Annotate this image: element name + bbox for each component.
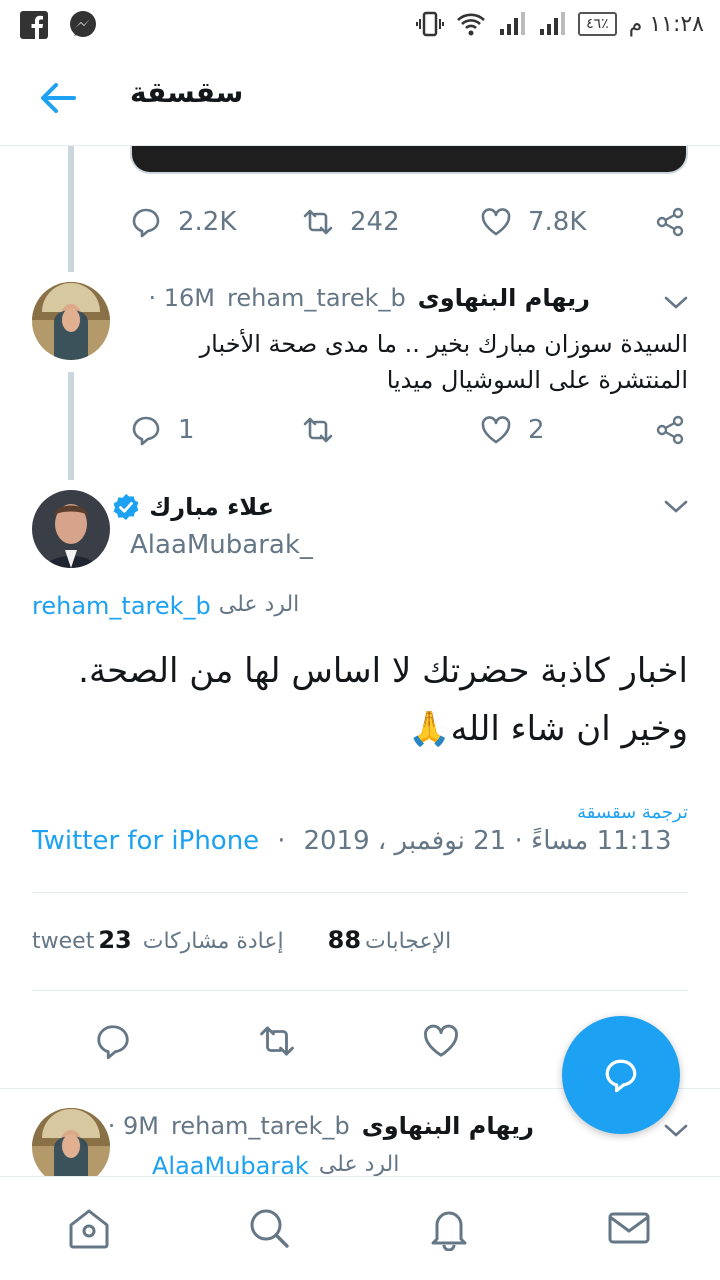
divider xyxy=(32,990,688,991)
notifications-bell-icon[interactable] xyxy=(426,1205,472,1251)
signal-icon xyxy=(500,12,526,35)
heart-icon xyxy=(481,208,511,236)
messenger-icon xyxy=(70,11,96,37)
reply-count: 1 xyxy=(178,415,195,445)
tweet-meta: Twitter for iPhone · 11:13 مساءً · 21 نو… xyxy=(32,826,688,856)
share-action[interactable] xyxy=(654,414,686,446)
app-header: سقسقة xyxy=(0,50,720,146)
tweet-time: · 9M xyxy=(107,1112,159,1140)
next-tweet-header: ريهام البنهاوى reham_tarek_b · 9M xyxy=(108,1112,534,1140)
facebook-icon xyxy=(20,11,48,39)
reply-icon xyxy=(132,208,160,238)
author-name[interactable]: علاء مبارك xyxy=(149,493,274,521)
tweet-time: · 16M xyxy=(148,284,215,312)
translate-link[interactable]: ترجمة سقسقة xyxy=(577,802,688,823)
clock: ١١:٢٨ م xyxy=(628,11,704,37)
likes-label: الإعجابات xyxy=(365,929,452,954)
like-count: 7.8K xyxy=(528,207,587,237)
main-tweet-text: اخبار كاذبة حضرتك لا اساس لها من الصحة. … xyxy=(78,651,688,749)
compose-reply-button[interactable] xyxy=(562,1016,680,1134)
replying-label: الرد على xyxy=(218,592,300,617)
retweet-icon xyxy=(303,417,333,443)
main-tweet-author: علاء مبارك xyxy=(111,492,274,522)
tweet-timestamp: 11:13 مساءً · 21 نوفمبر ، 2019 xyxy=(303,826,672,856)
page-title: سقسقة xyxy=(130,76,244,109)
divider xyxy=(32,892,688,893)
share-icon xyxy=(656,207,684,237)
retweet-count: 242 xyxy=(350,207,400,237)
retweet-action[interactable] xyxy=(302,414,334,446)
replying-to: الرد على reham_tarek_b xyxy=(32,592,299,620)
retweets-label: إعادة مشاركات tweet xyxy=(32,929,284,954)
thread-line xyxy=(68,372,74,480)
search-icon[interactable] xyxy=(246,1205,292,1251)
chevron-down-icon[interactable] xyxy=(662,496,690,516)
tweet-source[interactable]: Twitter for iPhone xyxy=(32,826,259,856)
like-count: 2 xyxy=(528,415,545,445)
author-handle[interactable]: AlaaMubarak_ xyxy=(130,530,313,560)
tweet-media[interactable] xyxy=(130,146,688,174)
vibrate-icon xyxy=(416,11,445,37)
like-action[interactable]: 2 xyxy=(480,414,545,446)
tweet-stats: إعادة مشاركات tweet23 الإعجابات88 xyxy=(32,926,451,954)
avatar[interactable] xyxy=(32,282,110,360)
replying-label: الرد على xyxy=(318,1152,400,1176)
battery-indicator: ٤٦٪ xyxy=(578,12,617,36)
retweet-action[interactable]: 242 xyxy=(302,206,400,238)
signal-icon-2 xyxy=(540,12,566,35)
like-action[interactable]: 7.8K xyxy=(480,206,586,238)
reply-count: 2.2K xyxy=(178,207,237,237)
share-icon xyxy=(656,415,684,445)
verified-badge-icon xyxy=(113,494,139,520)
bottom-nav xyxy=(0,1176,720,1280)
reply-tweet-header: ريهام البنهاوى reham_tarek_b · 16M xyxy=(148,284,590,312)
heart-icon[interactable] xyxy=(422,1022,460,1060)
chevron-down-icon[interactable] xyxy=(662,292,690,312)
wifi-icon xyxy=(457,13,485,36)
thread-line xyxy=(68,146,74,272)
replying-to-link[interactable]: reham_tarek_b xyxy=(32,592,211,620)
replying-to-link[interactable]: AlaaMubarak_ xyxy=(140,1152,309,1176)
retweets-stat[interactable]: إعادة مشاركات tweet23 xyxy=(32,926,284,954)
author-name[interactable]: ريهام البنهاوى xyxy=(362,1112,534,1140)
status-bar: ٤٦٪ ١١:٢٨ م xyxy=(0,0,720,50)
home-icon[interactable] xyxy=(66,1205,112,1251)
author-name[interactable]: ريهام البنهاوى xyxy=(418,284,590,312)
tweet-text: السيدة سوزان مبارك بخير .. ما مدى صحة ال… xyxy=(199,330,688,394)
reply-icon xyxy=(132,416,160,446)
retweet-icon xyxy=(303,209,333,235)
author-handle[interactable]: reham_tarek_b xyxy=(171,1112,350,1140)
likes-count: 88 xyxy=(327,926,362,954)
heart-icon xyxy=(481,416,511,444)
avatar[interactable] xyxy=(32,490,110,568)
retweets-count: 23 xyxy=(98,926,132,954)
back-arrow-icon[interactable] xyxy=(38,80,78,116)
replying-to: الرد على AlaaMubarak_ xyxy=(140,1152,399,1176)
meta-separator: · xyxy=(277,826,286,856)
messages-envelope-icon[interactable] xyxy=(606,1205,652,1251)
avatar[interactable] xyxy=(32,1108,110,1176)
reply-action[interactable]: 1 xyxy=(130,414,195,446)
likes-stat[interactable]: الإعجابات88 xyxy=(324,926,452,954)
reply-icon[interactable] xyxy=(94,1022,132,1060)
chevron-down-icon[interactable] xyxy=(662,1120,690,1140)
reply-action[interactable]: 2.2K xyxy=(130,206,236,238)
reply-icon xyxy=(605,1059,637,1093)
author-handle[interactable]: reham_tarek_b xyxy=(227,284,406,312)
retweet-icon[interactable] xyxy=(258,1022,296,1060)
share-action[interactable] xyxy=(654,206,686,238)
